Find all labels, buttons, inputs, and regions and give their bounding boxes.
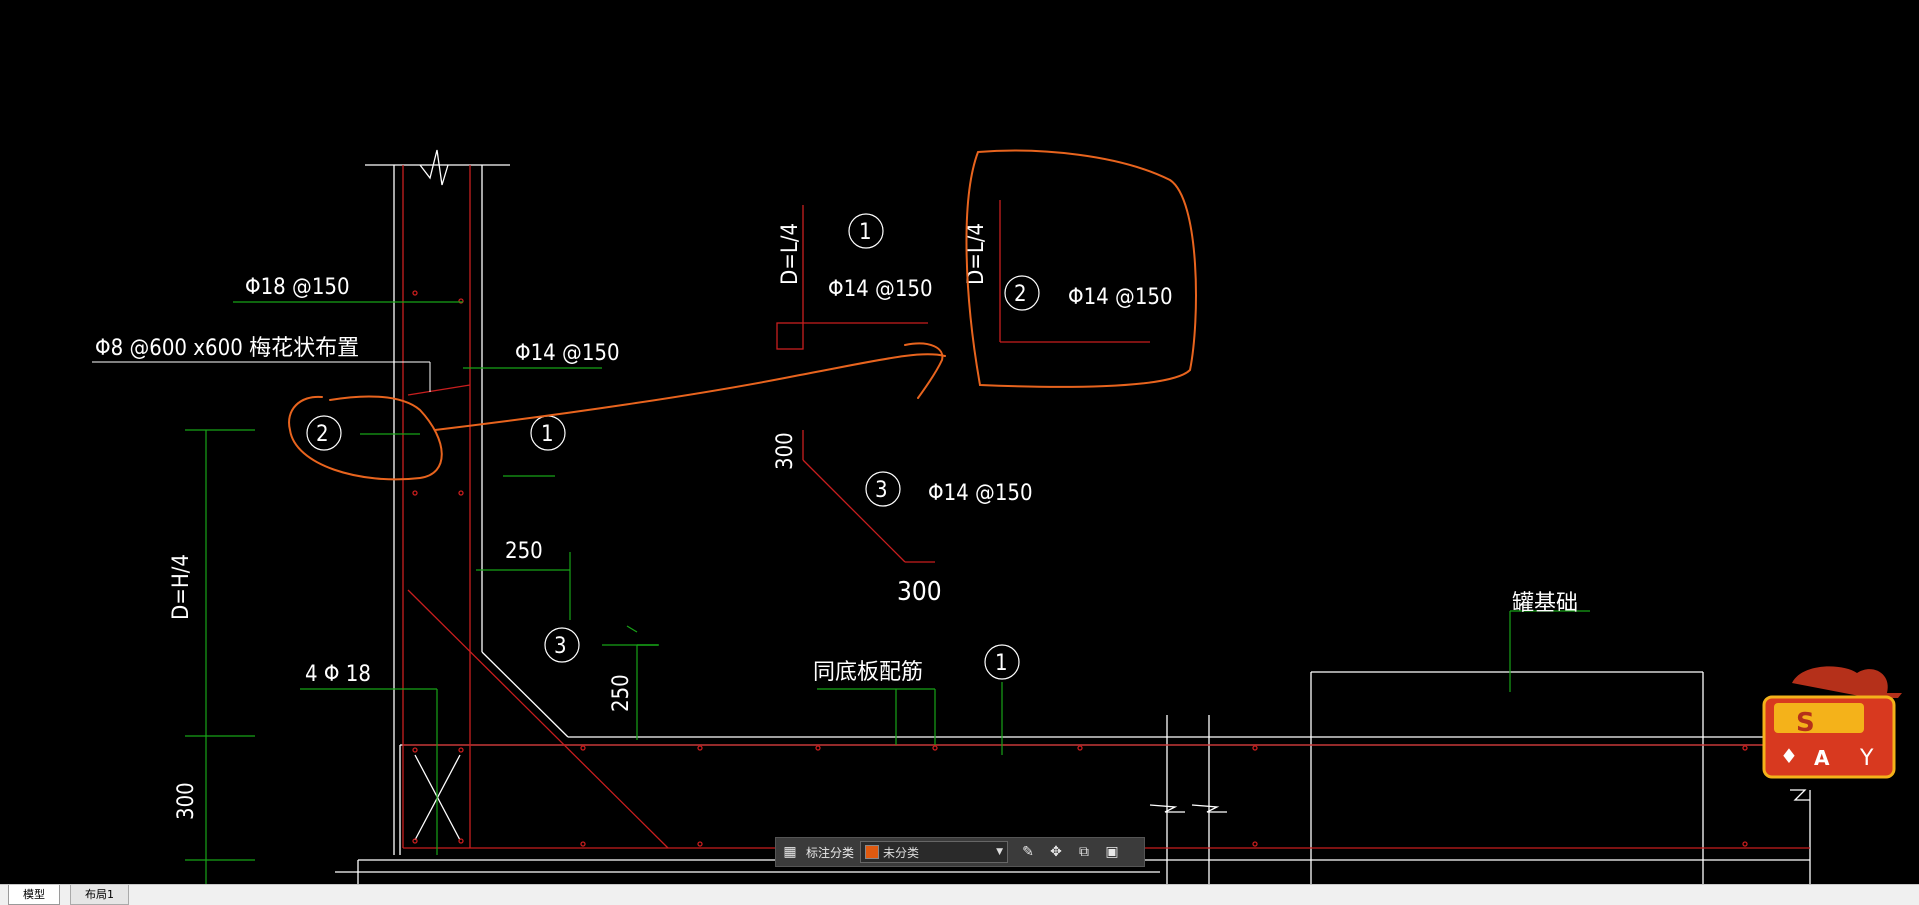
markup-lasso xyxy=(288,395,443,481)
note-label: 同底板配筋 xyxy=(813,660,923,685)
rebar-label: Φ14 @150 xyxy=(515,341,620,366)
markup-arrowhead xyxy=(904,342,944,399)
svg-text:S: S xyxy=(1796,708,1815,738)
dimension-label: 250 xyxy=(505,539,543,564)
grid-icon[interactable]: ▦ xyxy=(779,841,801,863)
rebar-label: Φ14 @150 xyxy=(1068,285,1173,310)
dimension-label: 300 xyxy=(773,432,798,470)
paste-icon[interactable]: ▣ xyxy=(1101,841,1123,863)
note-label: 罐基础 xyxy=(1512,591,1578,616)
dimension-label: D=L/4 xyxy=(778,223,803,285)
copy-icon[interactable]: ⧉ xyxy=(1073,841,1095,863)
rebar-lines xyxy=(402,165,1810,849)
svg-text:Y: Y xyxy=(1859,746,1874,771)
marker-number: 3 xyxy=(554,634,567,659)
dimension-label: D=H/4 xyxy=(169,554,194,620)
tab-layout1[interactable]: 布局1 xyxy=(70,885,129,905)
svg-text:♦: ♦ xyxy=(1780,744,1798,768)
markup-annotations xyxy=(288,149,1197,481)
category-color-swatch xyxy=(865,845,880,859)
rebar-label: 4 Φ 18 xyxy=(305,662,371,687)
ime-logo-badge[interactable]: S ♦ A Y xyxy=(1762,663,1902,785)
dimension-label: 300 xyxy=(174,782,199,820)
dimension-label: 250 xyxy=(609,674,634,712)
rebar-label: Φ14 @150 xyxy=(928,481,1033,506)
category-select[interactable]: 未分类 ▼ xyxy=(860,841,1009,863)
marker-number: 1 xyxy=(859,220,872,245)
marker-number: 2 xyxy=(1014,282,1027,307)
annotation-toolbar: ▦ 标注分类 未分类 ▼ ✎ ✥ ⧉ ▣ xyxy=(775,837,1145,867)
move-icon[interactable]: ✥ xyxy=(1045,841,1067,863)
marker-number: 1 xyxy=(995,651,1008,676)
layout-tab-bar: 模型 布局1 xyxy=(0,884,1919,905)
leader-line xyxy=(92,361,431,392)
wall-outline xyxy=(335,149,1811,884)
marker-number: 1 xyxy=(541,422,554,447)
markup-highlight-box xyxy=(965,149,1197,388)
rebar-label: Φ8 @600 x600 梅花状布置 xyxy=(95,336,359,361)
chevron-down-icon: ▼ xyxy=(996,847,1004,857)
category-label: 标注分类 xyxy=(806,845,855,860)
rebar-label: Φ18 @150 xyxy=(245,275,350,300)
marker-number: 3 xyxy=(875,478,888,503)
marker-number: 2 xyxy=(316,422,329,447)
markup-arrow xyxy=(434,353,946,431)
dimension-label: 300 xyxy=(897,577,942,607)
tab-model[interactable]: 模型 xyxy=(8,885,60,905)
rebar-label: Φ14 @150 xyxy=(828,277,933,302)
category-select-value: 未分类 xyxy=(883,845,920,860)
dimension-lines xyxy=(185,301,1590,884)
svg-text:A: A xyxy=(1814,746,1830,770)
edit-icon[interactable]: ✎ xyxy=(1017,841,1039,863)
cad-drawing-canvas[interactable]: Φ18 @150 Φ8 @600 x600 梅花状布置 Φ14 @150 Φ14… xyxy=(0,0,1919,884)
